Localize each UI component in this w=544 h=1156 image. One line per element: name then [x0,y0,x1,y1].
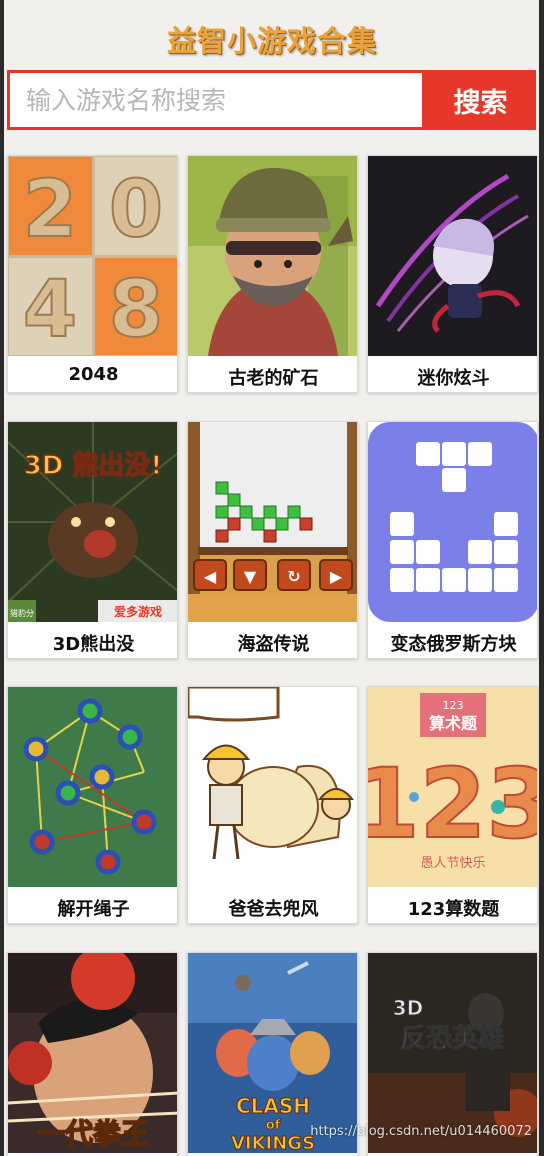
game-name: 2048 [68,364,119,385]
svg-text:◀: ◀ [204,567,217,586]
right-frame-border [539,0,544,1156]
svg-text:▶: ▶ [330,567,343,586]
game-name: 变态俄罗斯方块 [390,634,517,655]
search-button[interactable]: 搜索 [425,70,536,130]
tile-4: 4 [23,265,77,355]
game-thumbnail: 一代拳王 [8,953,177,1153]
corner-mark: 猎豹分 [10,608,34,618]
big-digits: 123 [368,748,538,860]
partner-badge: 爱多游戏 [114,604,162,619]
badge-title: 算术题 [429,714,478,733]
game-name: 爸爸去兜风 [228,899,319,920]
search-bar: 搜索 [7,70,536,130]
page-title: 益智小游戏合集 [166,24,377,58]
clash-word-1: CLASH [236,1094,310,1118]
game-thumbnail: 3D 反恐英雄 [368,953,537,1153]
game-card-boonie-bears[interactable]: 3D 熊出没! 爱多游戏 猎豹分 3D熊出没 [7,421,178,659]
watermark: https://blog.csdn.net/u014460072 [310,1124,532,1139]
game-thumbnail: 3D 熊出没! 爱多游戏 猎豹分 [8,422,177,622]
game-name: 解开绳子 [57,899,130,920]
game-card-boxing-king[interactable]: 一代拳王 [7,952,178,1156]
game-card-2048[interactable]: 2 0 4 8 2048 [7,155,178,393]
game-card-mini-brawl[interactable]: 迷你炫斗 [367,155,538,393]
game-thumbnail [368,156,537,356]
clash-word-2: of [266,1118,281,1133]
game-name: 3D熊出没 [52,634,135,655]
game-thumbnail [188,687,357,887]
game-card-123-arithmetic[interactable]: 123 算术题 123 愚人节快乐 123算数题 [367,686,538,924]
game-thumbnail: ◀ ▼ ↻ ▶ [188,422,357,622]
counter-3d: 3D [393,996,424,1020]
game-card-pirate-legend[interactable]: ◀ ▼ ↻ ▶ 海盗传说 [187,421,358,659]
svg-text:▼: ▼ [244,567,257,586]
game-thumbnail [368,422,537,622]
game-card-dad-ride[interactable]: 爸爸去兜风 [187,686,358,924]
tile-2: 2 [23,165,77,255]
svg-text:↻: ↻ [287,567,300,586]
clash-word-3: VIKINGS [231,1133,315,1153]
footer-greeting: 愚人节快乐 [420,856,485,871]
game-thumbnail: 2 0 4 8 [8,156,177,356]
game-name: 古老的矿石 [228,368,319,389]
game-card-ancient-ore[interactable]: 古老的矿石 [187,155,358,393]
game-card-untangle-rope[interactable]: 解开绳子 [7,686,178,924]
counter-title: 反恐英雄 [400,1024,504,1054]
boxing-title: 一代拳王 [37,1117,149,1150]
game-thumbnail [8,687,177,887]
badge-number: 123 [443,699,464,712]
game-thumbnail [188,156,357,356]
game-name: 迷你炫斗 [417,368,490,389]
tile-8: 8 [109,265,163,355]
game-thumbnail: CLASH of VIKINGS [188,953,357,1153]
game-thumbnail: 123 算术题 123 愚人节快乐 [368,687,538,887]
tile-0: 0 [109,165,163,255]
game-name: 123算数题 [407,899,500,920]
search-input[interactable] [7,70,425,130]
boonie-title: 3D 熊出没! [24,450,163,481]
game-name: 海盗传说 [237,634,310,655]
game-card-crazy-tetris[interactable]: 变态俄罗斯方块 [367,421,538,659]
left-frame-border [0,0,4,1156]
